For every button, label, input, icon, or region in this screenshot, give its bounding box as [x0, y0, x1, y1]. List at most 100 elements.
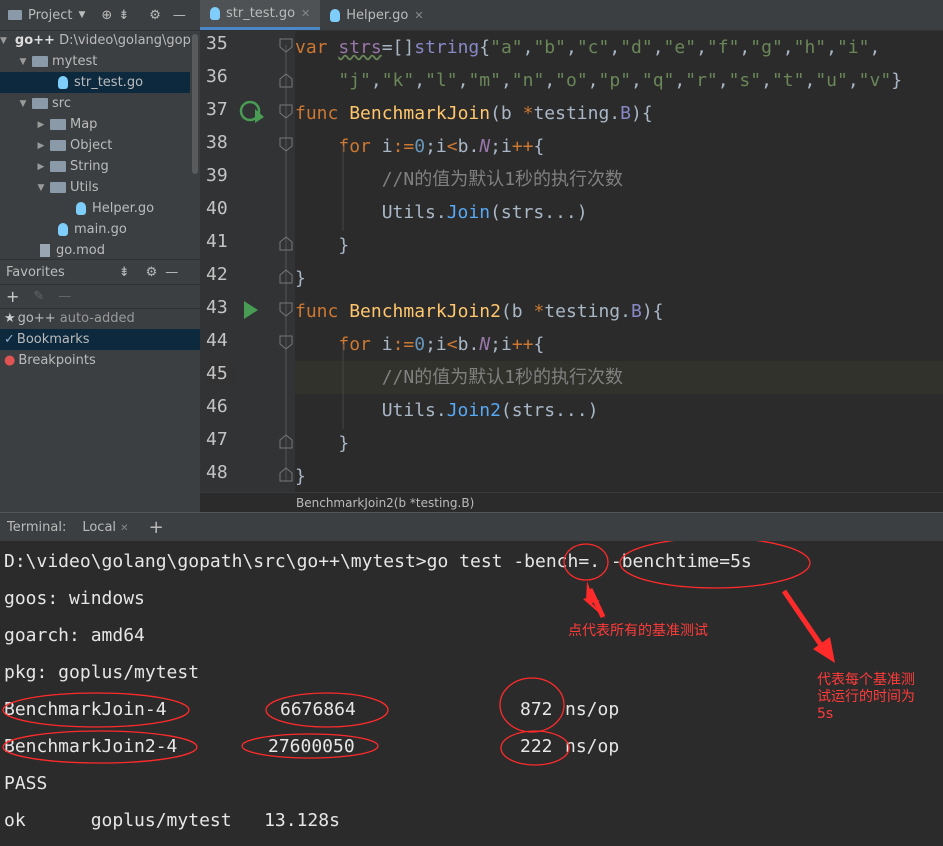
annotation-marks	[2, 541, 835, 766]
tree-item-path: D:\video\golang\gop	[59, 33, 191, 48]
close-icon[interactable]: ✕	[414, 9, 423, 22]
tree-item-label: String	[70, 159, 109, 174]
expand-arrow-icon[interactable]: ▼	[36, 183, 46, 193]
annotation-ellipse	[619, 541, 811, 589]
collapse-all-icon[interactable]: ⇟	[119, 265, 130, 280]
folder-icon	[50, 119, 66, 130]
favorites-title: Favorites	[6, 264, 65, 280]
gutter-markers	[239, 38, 293, 482]
terminal-tab-label: Local	[82, 519, 117, 535]
star-icon: ★	[4, 311, 16, 326]
tree-item-root[interactable]: ▼ go++ D:\video\golang\gop	[0, 30, 191, 51]
terminal-toolbar: Terminal: Local ✕ +	[0, 512, 943, 541]
expand-arrow-icon[interactable]: ▼	[18, 99, 28, 109]
close-icon[interactable]: ✕	[301, 7, 310, 20]
tree-item-str-test[interactable]: str_test.go	[0, 72, 190, 93]
favorites-item-breakpoints[interactable]: ● Breakpoints	[0, 350, 200, 371]
project-icon	[8, 10, 22, 20]
annotation-arrow	[781, 589, 835, 663]
tree-item-mytest[interactable]: ▼ mytest	[0, 51, 190, 72]
go-file-icon	[210, 7, 220, 20]
go-file-icon	[58, 76, 68, 89]
terminal-output[interactable]: D:\video\golang\gopath\src\go++\mytest>g…	[0, 541, 943, 846]
folder-icon	[32, 56, 48, 67]
annotation-ellipse	[499, 677, 565, 733]
tree-item-object[interactable]: ▶ Object	[0, 135, 190, 156]
collapsed-arrow-icon[interactable]: ▶	[36, 141, 46, 151]
breadcrumb[interactable]: BenchmarkJoin2(b *testing.B)	[200, 492, 943, 512]
indent-guides	[342, 146, 344, 429]
tree-item-label: go.mod	[56, 243, 105, 258]
favorites-item-project[interactable]: ★ go++ auto-added	[0, 308, 200, 329]
close-icon[interactable]: ✕	[120, 523, 128, 534]
go-file-icon	[58, 223, 68, 236]
go-file-icon	[330, 8, 341, 22]
tree-item-helper[interactable]: Helper.go	[0, 198, 190, 219]
tree-item-label: Utils	[70, 180, 99, 195]
tree-item-main[interactable]: main.go	[0, 219, 190, 240]
tree-item-utils[interactable]: ▼ Utils	[0, 177, 190, 198]
tree-item-label: Map	[70, 117, 98, 132]
code-editor[interactable]: var strs=[]string{"a","b","c","d","e","f…	[295, 31, 943, 492]
go-file-icon	[76, 202, 86, 215]
tree-item-label: Object	[70, 138, 113, 153]
terminal-tab-local[interactable]: Local ✕	[82, 520, 128, 535]
expand-arrow-icon[interactable]: ▼	[18, 57, 28, 67]
edit-icon[interactable]: ✎	[33, 289, 44, 304]
tree-item-label: str_test.go	[74, 75, 144, 90]
collapse-all-icon[interactable]: ⇟	[118, 8, 129, 23]
tree-item-label: Helper.go	[92, 201, 155, 216]
tab-label: Helper.go	[346, 7, 409, 23]
favorites-item-label: go++	[17, 311, 56, 326]
editor-gutter[interactable]: 35 36 37 38 39 40 41 42 43 44 45 46 47 4…	[200, 31, 295, 492]
tree-item-src[interactable]: ▼ src	[0, 93, 190, 114]
hide-icon[interactable]: —	[165, 265, 178, 280]
collapsed-arrow-icon[interactable]: ▶	[36, 120, 46, 130]
tree-item-string[interactable]: ▶ String	[0, 156, 190, 177]
hide-icon[interactable]: —	[173, 8, 186, 23]
breakpoint-icon: ●	[4, 353, 16, 368]
terminal-title: Terminal:	[7, 519, 67, 535]
annotation-ellipse	[563, 543, 609, 581]
remove-icon[interactable]: —	[58, 289, 71, 304]
favorites-item-label: Breakpoints	[18, 353, 96, 368]
locate-icon[interactable]: ⊕	[101, 8, 112, 23]
annotation-ellipse	[241, 733, 379, 759]
tree-item-map[interactable]: ▶ Map	[0, 114, 190, 135]
annotation-ellipse	[2, 730, 198, 764]
folder-icon	[32, 98, 48, 109]
favorites-item-bookmarks[interactable]: ✓ Bookmarks	[0, 329, 200, 350]
expand-arrow-icon[interactable]: ▼	[0, 36, 7, 46]
annotation-ellipse	[500, 730, 570, 766]
collapsed-arrow-icon[interactable]: ▶	[36, 162, 46, 172]
favorites-item-label: Bookmarks	[16, 332, 90, 347]
favorites-item-sub: auto-added	[59, 311, 135, 326]
project-panel: Project ▼ ⊕ ⇟ ⚙ — ▼ go++ D:\video\golang\…	[0, 0, 200, 512]
run-test-icon[interactable]	[239, 100, 264, 123]
bookmark-check-icon: ✓	[4, 332, 15, 347]
tree-item-label: mytest	[52, 54, 98, 69]
annotation-ellipse	[265, 692, 389, 728]
chevron-down-icon[interactable]: ▼	[78, 10, 85, 20]
add-icon[interactable]: +	[6, 287, 19, 306]
favorites-header: Favorites ⇟ ⚙ —	[0, 259, 200, 285]
gear-icon[interactable]: ⚙	[146, 265, 158, 280]
editor-tabs: str_test.go ✕ Helper.go ✕	[200, 0, 943, 31]
tree-item-label: main.go	[74, 222, 127, 237]
tab-str-test[interactable]: str_test.go ✕	[200, 0, 321, 30]
tree-item-label: go++	[14, 33, 55, 48]
folder-icon	[50, 182, 66, 193]
project-toolwindow-header: Project ▼ ⊕ ⇟ ⚙ —	[0, 0, 200, 31]
run-test-icon[interactable]	[244, 301, 258, 319]
scrollbar[interactable]	[192, 34, 198, 174]
new-terminal-icon[interactable]: +	[149, 517, 164, 538]
tree-item-gomod[interactable]: go.mod	[0, 240, 190, 261]
annotation-arrow	[583, 581, 606, 619]
annotation-ellipse	[2, 692, 190, 728]
folder-icon	[50, 161, 66, 172]
favorites-toolbar: + ✎ —	[0, 284, 200, 309]
tab-helper[interactable]: Helper.go ✕	[320, 0, 433, 30]
gear-icon[interactable]: ⚙	[149, 8, 161, 23]
project-view-selector[interactable]: Project	[28, 8, 72, 23]
folder-icon	[50, 140, 66, 151]
